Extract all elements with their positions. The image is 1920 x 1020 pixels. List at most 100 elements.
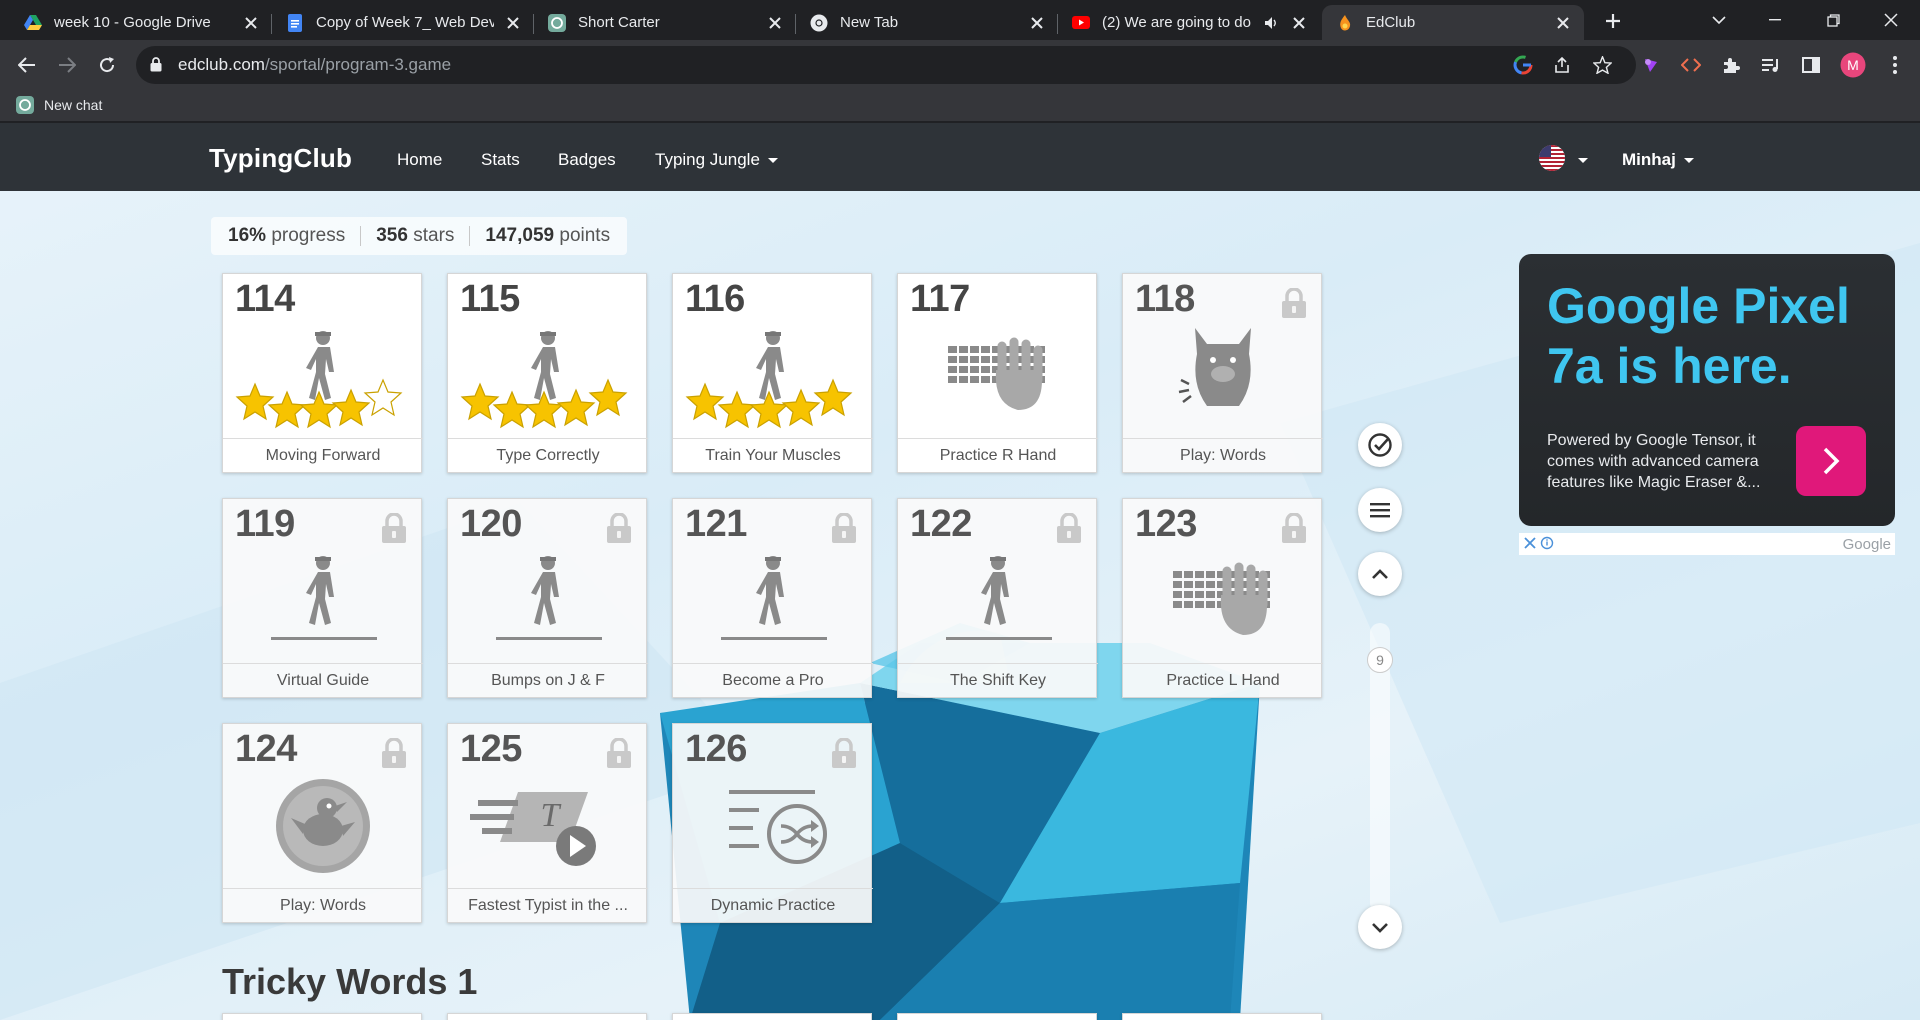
tab-short-carter[interactable]: Short Carter	[534, 5, 796, 40]
lesson-card-116[interactable]: 116 Train Your Muscles	[672, 273, 873, 473]
tab-title: week 10 - Google Drive	[54, 14, 211, 31]
lesson-title: The Shift Key	[898, 663, 1098, 697]
tab-youtube[interactable]: (2) We are going to do	[1058, 5, 1320, 40]
share-icon[interactable]	[1547, 50, 1577, 80]
media-controls-icon[interactable]	[1756, 50, 1786, 80]
lesson-card-partial[interactable]	[1122, 1013, 1322, 1020]
ad-choices-icon[interactable]	[1523, 536, 1557, 552]
tab-title: New Tab	[840, 14, 899, 31]
lesson-card-126[interactable]: 126 Dynamic Practice	[672, 723, 873, 923]
language-dropdown[interactable]	[1570, 150, 1588, 170]
extensions-puzzle-icon[interactable]	[1716, 50, 1746, 80]
lesson-title: Train Your Muscles	[673, 438, 873, 472]
bookmark-new-chat[interactable]: New chat	[16, 96, 102, 114]
address-bar[interactable]: edclub.com/sportal/program-3.game	[136, 46, 1636, 84]
close-icon[interactable]	[1552, 12, 1574, 34]
reload-button[interactable]	[92, 50, 122, 80]
stars-count: 356	[376, 225, 408, 246]
lesson-title: Become a Pro	[673, 663, 873, 697]
lesson-title: Type Correctly	[448, 438, 648, 472]
close-window-button[interactable]	[1868, 0, 1914, 40]
shuffle-lines-icon	[673, 764, 873, 889]
back-button[interactable]	[12, 50, 42, 80]
side-panel-icon[interactable]	[1796, 50, 1826, 80]
lesson-card-117[interactable]: 117 Practice R Hand	[897, 273, 1098, 473]
lesson-card-115[interactable]: 115 Type Correctly	[447, 273, 648, 473]
close-icon[interactable]	[764, 12, 786, 34]
nav-badges[interactable]: Badges	[558, 150, 616, 170]
lock-icon[interactable]	[150, 57, 162, 77]
site-navbar: TypingClub Home Stats Badges Typing Jung…	[0, 123, 1920, 191]
tab-title: (2) We are going to do	[1102, 14, 1251, 31]
ad-description[interactable]: Powered by Google Tensor, it comes with …	[1547, 430, 1787, 493]
tab-google-docs[interactable]: Copy of Week 7_ Web Deve	[272, 5, 534, 40]
tab-title: Short Carter	[578, 14, 660, 31]
lesson-card-partial[interactable]	[897, 1013, 1097, 1020]
lesson-card-119[interactable]: 119 Virtual Guide	[222, 498, 423, 698]
stars-label: stars	[413, 225, 455, 246]
lesson-card-114[interactable]: 114 Moving Forward	[222, 273, 423, 473]
ad-headline[interactable]: Google Pixel 7a is here.	[1547, 276, 1867, 396]
minimize-button[interactable]	[1752, 0, 1798, 40]
lesson-title: Bumps on J & F	[448, 663, 648, 697]
points-label: points	[559, 225, 611, 246]
progress-percent: 16%	[228, 225, 267, 246]
tab-google-drive[interactable]: week 10 - Google Drive	[10, 5, 272, 40]
chatgpt-icon	[16, 96, 34, 114]
tab-search-button[interactable]	[1696, 0, 1742, 40]
lesson-card-118[interactable]: 118 Play: Words	[1122, 273, 1323, 473]
lesson-title: Practice L Hand	[1123, 663, 1323, 697]
ad-cta-button[interactable]	[1796, 426, 1866, 496]
chevron-down-icon	[1683, 158, 1694, 164]
lesson-card-partial[interactable]	[447, 1013, 647, 1020]
keyboard-hand-icon	[1123, 539, 1323, 664]
chevron-down-icon	[1372, 922, 1388, 933]
us-flag-icon[interactable]	[1539, 145, 1565, 171]
brand-logo[interactable]: TypingClub	[209, 143, 352, 174]
lesson-card-120[interactable]: 120 Bumps on J & F	[447, 498, 648, 698]
scroll-down-button[interactable]	[1358, 905, 1402, 949]
close-icon[interactable]	[502, 12, 524, 34]
scroll-position-indicator[interactable]: 9	[1367, 647, 1393, 673]
lesson-card-123[interactable]: 123 Practice L Hand	[1122, 498, 1323, 698]
lesson-title: Moving Forward	[223, 438, 423, 472]
nav-home[interactable]: Home	[397, 150, 442, 170]
walker-icon	[223, 314, 423, 439]
scroll-up-button[interactable]	[1358, 552, 1402, 596]
bookmark-star-icon[interactable]	[1587, 50, 1617, 80]
completed-filter-button[interactable]	[1358, 423, 1402, 467]
close-icon[interactable]	[1026, 12, 1048, 34]
lesson-card-124[interactable]: 124 Play: Words	[222, 723, 423, 923]
walker-icon	[898, 539, 1098, 664]
list-view-button[interactable]	[1358, 488, 1402, 532]
walker-icon	[223, 539, 423, 664]
lesson-card-122[interactable]: 122 The Shift Key	[897, 498, 1098, 698]
advertisement[interactable]: Google Pixel 7a is here. Powered by Goog…	[1519, 254, 1895, 526]
lesson-card-121[interactable]: 121 Become a Pro	[672, 498, 873, 698]
speaker-icon[interactable]	[1264, 15, 1280, 31]
tab-edclub[interactable]: EdClub	[1322, 5, 1584, 40]
points-count: 147,059	[485, 225, 555, 246]
google-drive-icon	[24, 14, 42, 32]
page-content: TypingClub Home Stats Badges Typing Jung…	[0, 123, 1920, 1020]
nav-stats[interactable]: Stats	[481, 150, 520, 170]
profile-avatar[interactable]: M	[1838, 50, 1868, 80]
tab-title: EdClub	[1366, 14, 1416, 31]
ad-footer: Google	[1519, 533, 1895, 555]
extension-purple-icon[interactable]	[1636, 50, 1666, 80]
lesson-card-125[interactable]: 125 T Fastest Typist in the ...	[447, 723, 648, 923]
nav-typing-jungle[interactable]: Typing Jungle	[655, 150, 778, 170]
lesson-card-partial[interactable]	[222, 1013, 422, 1020]
google-lens-icon[interactable]	[1508, 50, 1538, 80]
check-circle-icon	[1368, 433, 1392, 457]
extension-code-icon[interactable]	[1676, 50, 1706, 80]
close-icon[interactable]	[240, 12, 262, 34]
new-tab-button[interactable]	[1599, 9, 1627, 33]
restore-button[interactable]	[1810, 0, 1856, 40]
user-menu[interactable]: Minhaj	[1622, 150, 1694, 170]
tab-new-tab[interactable]: New Tab	[796, 5, 1058, 40]
forward-button[interactable]	[52, 50, 82, 80]
kebab-menu-icon[interactable]	[1880, 50, 1910, 80]
close-icon[interactable]	[1288, 12, 1310, 34]
lesson-card-partial[interactable]	[672, 1013, 872, 1020]
